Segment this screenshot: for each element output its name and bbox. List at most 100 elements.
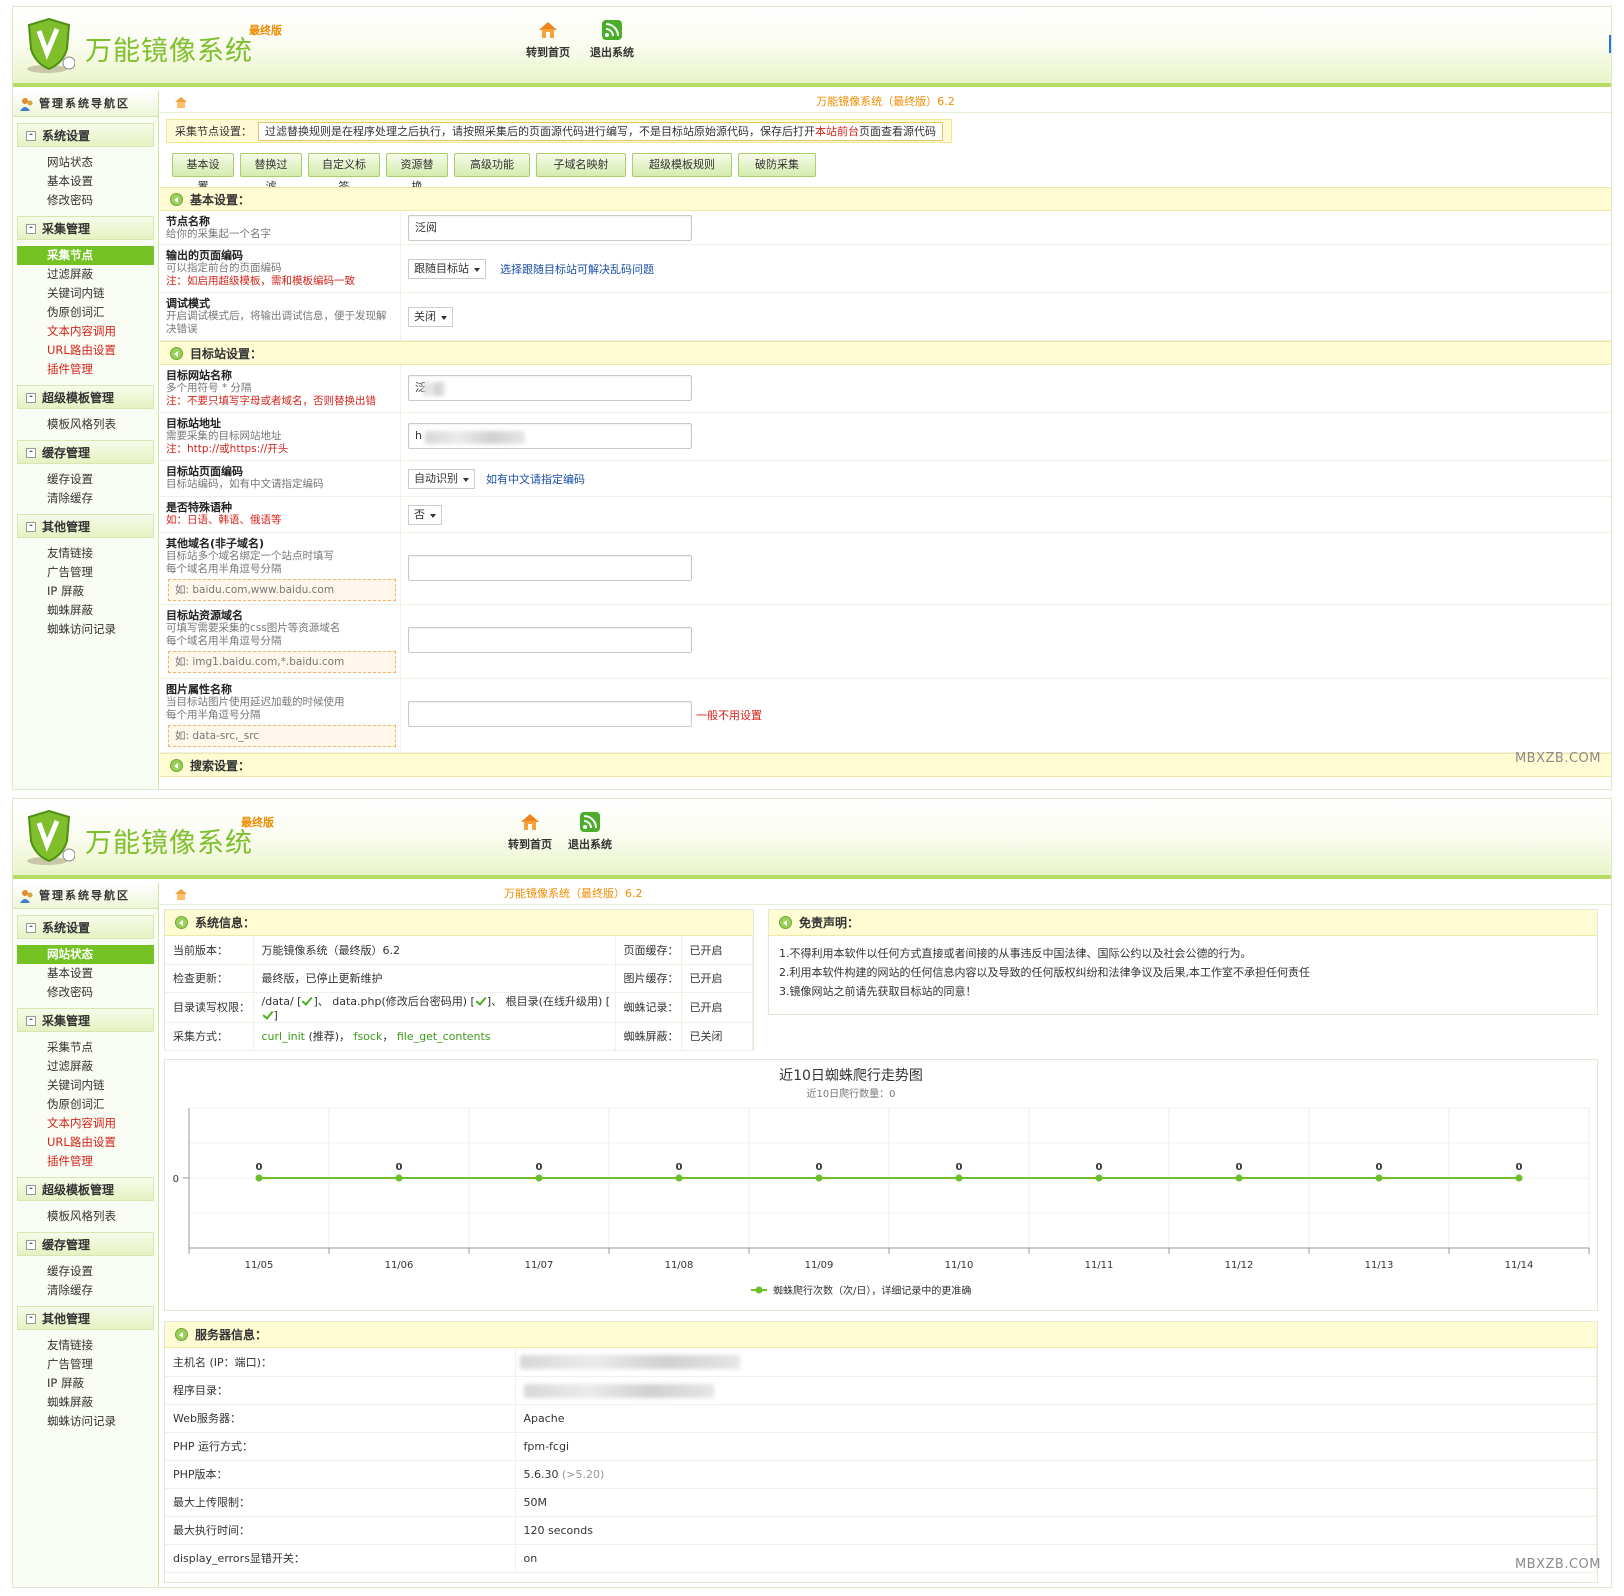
sidebar-item-cache-settings[interactable]: 缓存设置	[17, 470, 154, 489]
sidebar-item-filter[interactable]: 过滤屏蔽	[17, 1057, 154, 1076]
sidebar-group-collect[interactable]: - 采集管理	[17, 1008, 154, 1032]
shield-logo-icon	[27, 17, 75, 73]
sidebar-item-collect-node[interactable]: 采集节点	[17, 1038, 154, 1057]
home-icon[interactable]	[174, 887, 188, 901]
target-name-input[interactable]: 泛	[408, 375, 692, 401]
data-point	[675, 1174, 683, 1182]
sidebar-item-basic-settings[interactable]: 基本设置	[17, 172, 154, 191]
sidebar-group-system[interactable]: - 系统设置	[17, 123, 154, 147]
sidebar-item-ip-block[interactable]: IP 屏蔽	[17, 1374, 154, 1393]
collapse-icon: -	[26, 522, 36, 532]
field-resource-domains: 目标站资源域名 可填写需要采集的css图片等资源域名 每个域名用半角逗号分隔 如: …	[160, 605, 1611, 679]
sidebar-item-url-route[interactable]: URL路由设置	[17, 341, 154, 360]
image-attribute-input[interactable]	[408, 701, 692, 727]
image-attribute-note: 一般不用设置	[696, 709, 762, 722]
sidebar-item-pseudo-words[interactable]: 伪原创词汇	[17, 303, 154, 322]
nav-exit-button[interactable]: 退出系统	[587, 19, 637, 60]
sidebar-item-keyword-links[interactable]: 关键词内链	[17, 284, 154, 303]
sidebar-item-text-call[interactable]: 文本内容调用	[17, 322, 154, 341]
sidebar-item-ads[interactable]: 广告管理	[17, 1355, 154, 1374]
node-settings-screen: 万能镜像系统 最终版 转到首页 退出系统 管理系统导航区 - 系统设置 网站状态 …	[12, 6, 1612, 790]
node-name-input[interactable]: 泛阅	[408, 215, 692, 241]
chinese-encoding-link[interactable]: 如有中文请指定编码	[486, 471, 585, 487]
sidebar-item-change-password[interactable]: 修改密码	[17, 983, 154, 1002]
breadcrumb: 万能镜像系统（最终版）6.2	[160, 883, 1611, 905]
data-label: 0	[536, 1162, 543, 1173]
collapse-icon: -	[26, 448, 36, 458]
disclaimer-box: 免责声明： 1.不得利用本软件以任何方式直接或者间接的从事违反中国法律、国际公约…	[768, 909, 1598, 1015]
field-image-attribute: 图片属性名称 当目标站图片使用延迟加载的时候使用 每个用半角逗号分隔 如: data…	[160, 679, 1611, 753]
target-encoding-select[interactable]: 自动识别	[408, 469, 475, 489]
sidebar-group-cache[interactable]: - 缓存管理	[17, 440, 154, 464]
sidebar-item-keyword-links[interactable]: 关键词内链	[17, 1076, 154, 1095]
tab-subdomain[interactable]: 子域名映射	[536, 153, 626, 177]
sidebar-group-template[interactable]: - 超级模板管理	[17, 385, 154, 409]
debug-mode-select[interactable]: 关闭	[408, 307, 453, 327]
sidebar-group-collect[interactable]: - 采集管理	[17, 216, 154, 240]
sidebar-item-ads[interactable]: 广告管理	[17, 563, 154, 582]
sidebar-item-spider-block[interactable]: 蜘蛛屏蔽	[17, 601, 154, 620]
sidebar-item-spider-block[interactable]: 蜘蛛屏蔽	[17, 1393, 154, 1412]
nav-home-button[interactable]: 转到首页	[505, 811, 555, 852]
sidebar-item-filter[interactable]: 过滤屏蔽	[17, 265, 154, 284]
tab-anti-protect[interactable]: 破防采集	[738, 153, 816, 177]
nav-home-button[interactable]: 转到首页	[523, 19, 573, 60]
data-point	[955, 1174, 963, 1182]
sidebar-group-template[interactable]: - 超级模板管理	[17, 1177, 154, 1201]
field-output-encoding: 输出的页面编码 可以指定前台的页面编码 注：如启用超级模板，需和模板编码一致 跟随目…	[160, 245, 1611, 293]
spider-chart-box: 近10日蜘蛛爬行走势图 近10日爬行数量：0 0 0 11/05 0 11/06 0 11/07…	[164, 1059, 1598, 1311]
sidebar-item-clear-cache[interactable]: 清除缓存	[17, 489, 154, 508]
sidebar-item-pseudo-words[interactable]: 伪原创词汇	[17, 1095, 154, 1114]
scroll-marker	[1609, 35, 1611, 53]
arrow-circle-icon	[779, 916, 792, 929]
collapse-icon: -	[26, 131, 36, 141]
sidebar-item-text-call[interactable]: 文本内容调用	[17, 1114, 154, 1133]
tab-advanced[interactable]: 高级功能	[454, 153, 530, 177]
sidebar-group-cache[interactable]: - 缓存管理	[17, 1232, 154, 1256]
arrow-circle-icon	[175, 916, 188, 929]
output-encoding-select[interactable]: 跟随目标站	[408, 259, 486, 279]
chart-subtitle: 近10日爬行数量：0	[806, 1087, 895, 1100]
tab-replace-filter[interactable]: 替换过滤	[240, 153, 302, 193]
sidebar-item-site-status[interactable]: 网站状态	[17, 945, 154, 964]
resource-domains-input[interactable]	[408, 627, 692, 653]
sidebar-item-friend-links[interactable]: 友情链接	[17, 1336, 154, 1355]
arrow-circle-icon	[170, 193, 183, 206]
sidebar-group-system[interactable]: - 系统设置	[17, 915, 154, 939]
sidebar-item-site-status[interactable]: 网站状态	[17, 153, 154, 172]
edition-badge: 最终版	[249, 24, 282, 37]
sidebar-item-spider-log[interactable]: 蜘蛛访问记录	[17, 620, 154, 639]
sidebar-item-template-list[interactable]: 模板风格列表	[17, 1207, 154, 1226]
legend-label: 蜘蛛爬行次数（次/日），详细记录中的更准确	[773, 1284, 971, 1297]
frontend-link[interactable]: 本站前台	[815, 125, 859, 138]
sidebar-item-basic-settings[interactable]: 基本设置	[17, 964, 154, 983]
x-tick-label: 11/09	[805, 1260, 834, 1271]
other-domains-input[interactable]	[408, 555, 692, 581]
sidebar-item-template-list[interactable]: 模板风格列表	[17, 415, 154, 434]
sidebar-group-other[interactable]: - 其他管理	[17, 1306, 154, 1330]
sidebar-item-clear-cache[interactable]: 清除缓存	[17, 1281, 154, 1300]
tab-custom-tags[interactable]: 自定义标签	[308, 153, 380, 193]
sidebar-group-other[interactable]: - 其他管理	[17, 514, 154, 538]
sidebar-item-spider-log[interactable]: 蜘蛛访问记录	[17, 1412, 154, 1431]
tab-resource-replace[interactable]: 资源替换	[386, 153, 448, 193]
data-point	[815, 1174, 823, 1182]
sidebar: 管理系统导航区 - 系统设置 网站状态 基本设置 修改密码 - 采集管理 采集节点 …	[13, 883, 159, 1587]
sidebar-item-url-route[interactable]: URL路由设置	[17, 1133, 154, 1152]
tab-basic[interactable]: 基本设置	[172, 153, 234, 193]
nav-exit-button[interactable]: 退出系统	[565, 811, 615, 852]
sidebar-item-change-password[interactable]: 修改密码	[17, 191, 154, 210]
sidebar-item-collect-node[interactable]: 采集节点	[17, 246, 154, 265]
sidebar-item-plugins[interactable]: 插件管理	[17, 360, 154, 379]
sidebar-item-plugins[interactable]: 插件管理	[17, 1152, 154, 1171]
sidebar-item-cache-settings[interactable]: 缓存设置	[17, 1262, 154, 1281]
tab-super-template[interactable]: 超级模板规则	[632, 153, 732, 177]
target-url-input[interactable]: h	[408, 423, 692, 449]
sidebar: 管理系统导航区 - 系统设置 网站状态 基本设置 修改密码 - 采集管理 采集节点 …	[13, 91, 159, 789]
sidebar-item-ip-block[interactable]: IP 屏蔽	[17, 582, 154, 601]
home-icon[interactable]	[174, 95, 188, 109]
settings-tabs: 基本设置替换过滤自定义标签资源替换高级功能子域名映射超级模板规则破防采集	[172, 153, 822, 193]
encoding-help-link[interactable]: 选择跟随目标站可解决乱码问题	[500, 261, 654, 277]
special-language-select[interactable]: 否	[408, 505, 442, 525]
sidebar-item-friend-links[interactable]: 友情链接	[17, 544, 154, 563]
